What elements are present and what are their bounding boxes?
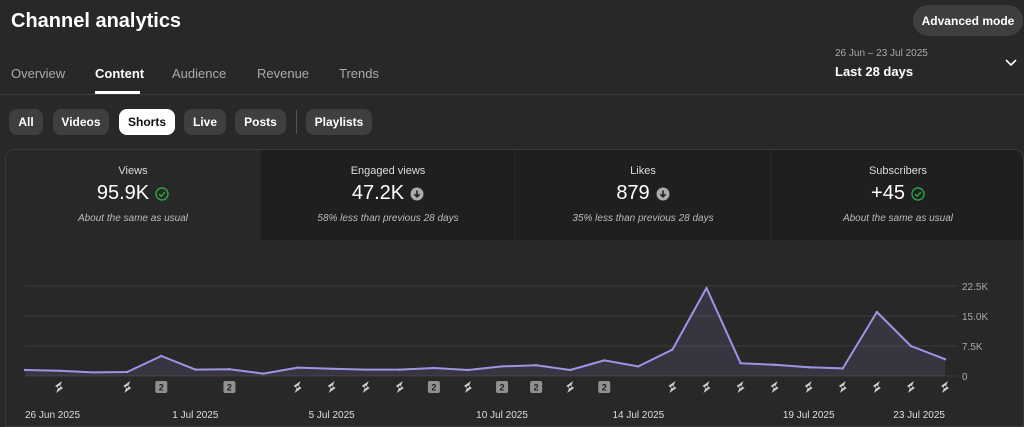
data-point: [739, 362, 742, 365]
x-tick-label: 10 Jul 2025: [476, 410, 528, 421]
shorts-icon-dot: [739, 385, 742, 389]
shorts-icon-dot: [943, 385, 947, 389]
shorts-icon-dot: [364, 385, 367, 389]
publish-count-label: 2: [500, 383, 505, 393]
data-point: [466, 368, 470, 372]
data-point: [160, 354, 163, 358]
data-point: [773, 363, 776, 366]
data-point: [909, 344, 913, 348]
shorts-icon-dot: [568, 385, 572, 389]
data-point: [364, 368, 367, 371]
x-tick-label: 19 Jul 2025: [783, 410, 835, 421]
shorts-icon-dot: [671, 385, 674, 389]
shorts-icon-dot: [841, 385, 844, 389]
x-tick-label: 1 Jul 2025: [172, 410, 219, 421]
data-point: [126, 370, 129, 374]
data-point: [330, 367, 333, 370]
x-tick-label: 14 Jul 2025: [612, 410, 664, 421]
data-point: [194, 368, 197, 371]
series-area: [25, 288, 945, 376]
shorts-icon-dot: [126, 385, 129, 389]
data-point: [943, 358, 947, 361]
shorts-icon-dot: [773, 385, 776, 389]
y-tick-label: 0: [962, 372, 968, 383]
data-point: [57, 369, 61, 372]
data-point: [91, 371, 95, 374]
shorts-icon-dot: [330, 385, 333, 389]
data-point: [603, 359, 606, 362]
shorts-icon-dot: [909, 385, 913, 389]
x-tick-label: 23 Jul 2025: [893, 410, 945, 421]
data-point: [671, 348, 674, 351]
y-tick-label: 7.5K: [962, 342, 983, 353]
data-point: [534, 364, 538, 367]
shorts-icon-dot: [875, 385, 879, 389]
data-point: [228, 368, 231, 371]
shorts-icon-dot: [296, 385, 299, 389]
data-point: [637, 365, 640, 368]
data-point: [841, 367, 844, 370]
publish-count-label: 2: [227, 383, 232, 393]
publish-count-label: 2: [534, 383, 539, 393]
publish-count-label: 2: [431, 383, 436, 393]
data-point: [296, 366, 299, 369]
data-point: [23, 368, 27, 372]
data-point: [500, 365, 504, 368]
x-tick-label: 26 Jun 2025: [25, 410, 80, 421]
data-point: [262, 372, 265, 375]
y-tick-label: 15.0K: [962, 312, 988, 323]
publish-count-label: 2: [159, 383, 164, 393]
y-tick-label: 22.5K: [962, 282, 988, 293]
shorts-icon-dot: [466, 385, 470, 389]
views-chart[interactable]: 22.5K 15.0K 7.5K 0 2 2 2 2 2 2 26 Jun 2025 1 Jul 20…: [0, 0, 1024, 427]
data-point: [398, 368, 402, 371]
shorts-icon-dot: [705, 385, 708, 389]
shorts-icon-dot: [57, 385, 61, 389]
data-point: [568, 368, 572, 372]
x-tick-label: 5 Jul 2025: [309, 410, 356, 421]
data-point: [875, 310, 879, 314]
shorts-icon-dot: [398, 385, 402, 389]
data-point: [807, 366, 810, 369]
shorts-icon-dot: [807, 385, 810, 389]
data-point: [432, 366, 436, 370]
data-point: [705, 286, 708, 290]
publish-count-label: 2: [602, 383, 607, 393]
